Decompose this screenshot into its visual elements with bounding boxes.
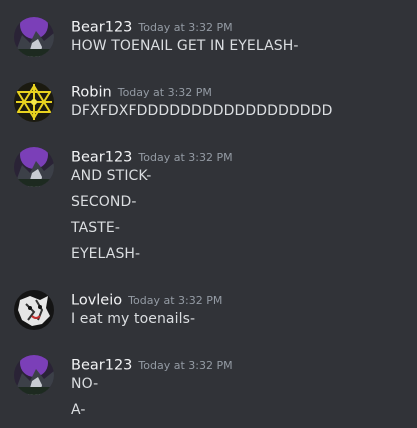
message-header: Robin Today at 3:32 PM <box>71 82 212 102</box>
message-text: A- <box>71 402 86 418</box>
message-text: TASTE- <box>71 220 120 236</box>
message-text: SECOND- <box>71 194 137 210</box>
message-text: NO- <box>71 376 99 392</box>
username[interactable]: Robin <box>71 85 112 101</box>
username[interactable]: Bear123 <box>71 358 132 374</box>
message-header: Bear123 Today at 3:32 PM <box>71 355 233 375</box>
message-text: AND STICK- <box>71 168 152 184</box>
timestamp: Today at 3:32 PM <box>117 86 212 99</box>
message-text: DFXFDXFDDDDDDDDDDDDDDDDDD <box>71 103 333 119</box>
timestamp: Today at 3:32 PM <box>138 21 233 34</box>
username[interactable]: Bear123 <box>71 150 132 166</box>
bear-avatar-icon[interactable] <box>14 17 54 57</box>
username[interactable]: Lovleio <box>71 293 122 309</box>
message-text: HOW TOENAIL GET IN EYELASH- <box>71 38 299 54</box>
bear-avatar-icon[interactable] <box>14 355 54 395</box>
lovleio-avatar-icon[interactable] <box>14 290 54 330</box>
message-text: I eat my toenails- <box>71 311 196 327</box>
username[interactable]: Bear123 <box>71 20 132 36</box>
robin-avatar-icon[interactable] <box>14 82 54 122</box>
message-header: Bear123 Today at 3:32 PM <box>71 147 233 167</box>
message-header: Bear123 Today at 3:32 PM <box>71 17 233 37</box>
message-header: Lovleio Today at 3:32 PM <box>71 290 222 310</box>
message-text: EYELASH- <box>71 246 141 262</box>
timestamp: Today at 3:32 PM <box>138 359 233 372</box>
bear-avatar-icon[interactable] <box>14 147 54 187</box>
timestamp: Today at 3:32 PM <box>138 151 233 164</box>
timestamp: Today at 3:32 PM <box>128 294 223 307</box>
